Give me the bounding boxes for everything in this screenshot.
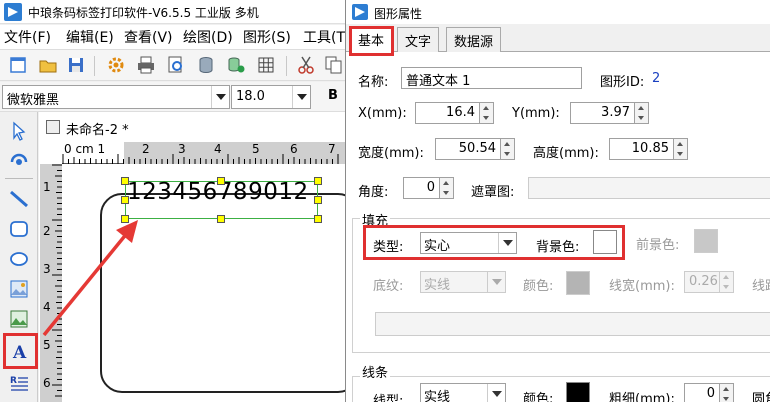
- line-color-swatch[interactable]: [566, 382, 590, 402]
- x-spinner[interactable]: [480, 102, 494, 124]
- chevron-down-icon[interactable]: [487, 272, 505, 292]
- angle-label: 角度:: [358, 185, 389, 200]
- width-spinner[interactable]: [501, 138, 515, 160]
- height-spinner[interactable]: [674, 138, 688, 160]
- pattern-value: 实线: [424, 278, 451, 293]
- tab-datasource[interactable]: 数据源: [446, 27, 502, 52]
- height-label: 高度(mm):: [533, 146, 599, 161]
- shape-id-value: 2: [652, 71, 661, 86]
- tab-text[interactable]: 文字: [397, 27, 440, 52]
- name-input[interactable]: 普通文本 1: [401, 67, 582, 89]
- mask-image-input[interactable]: [528, 177, 770, 199]
- height-input[interactable]: 10.85: [609, 138, 674, 160]
- annotation-arrow-icon: [42, 220, 138, 337]
- foreground-color-swatch[interactable]: [694, 229, 718, 253]
- line-width-input[interactable]: 0.26: [684, 271, 720, 293]
- line-color-label: 颜色:: [523, 392, 554, 402]
- name-label: 名称:: [358, 75, 389, 90]
- y-input[interactable]: 3.97: [570, 102, 635, 124]
- corner-radius-label: 圆角: [752, 392, 770, 402]
- y-spinner[interactable]: [635, 102, 649, 124]
- line-width-spinner[interactable]: [720, 271, 734, 293]
- angle-spinner[interactable]: [440, 177, 454, 199]
- dialog-title-bar: 图形属性: [346, 0, 770, 24]
- angle-input[interactable]: 0: [403, 177, 440, 199]
- dialog-logo-icon: [352, 4, 368, 20]
- shape-id-label: 图形ID:: [600, 75, 645, 90]
- chevron-down-icon[interactable]: [487, 384, 505, 402]
- line-type-label: 线型:: [373, 394, 404, 402]
- line-spacing-label: 线距: [752, 279, 770, 294]
- highlight-fill-settings: [363, 225, 625, 260]
- foreground-color-label: 前景色:: [636, 238, 680, 253]
- thickness-spinner[interactable]: [720, 383, 734, 402]
- width-input[interactable]: 50.54: [435, 138, 501, 160]
- mask-image-label: 遮罩图:: [471, 185, 515, 200]
- line-width-label: 线宽(mm):: [609, 279, 675, 294]
- thickness-input[interactable]: 0: [684, 383, 720, 402]
- fill-image-input[interactable]: [375, 312, 770, 336]
- pattern-color-label: 颜色:: [523, 279, 554, 294]
- pattern-color-swatch[interactable]: [566, 271, 590, 295]
- highlight-basic-tab: [349, 26, 394, 56]
- line-type-value: 实线: [424, 390, 451, 402]
- line-group-label: 线条: [360, 362, 391, 381]
- line-type-select[interactable]: 实线: [420, 383, 506, 402]
- pattern-label: 底纹:: [373, 279, 404, 294]
- x-label: X(mm):: [358, 106, 407, 121]
- shape-properties-dialog: 图形属性 基本 文字 数据源 名称: 普通文本 1 图形ID: 2 X(mm):…: [345, 0, 770, 402]
- dialog-title: 图形属性: [374, 7, 423, 21]
- dialog-tabs: 基本 文字 数据源: [346, 25, 770, 52]
- thickness-label: 粗细(mm):: [609, 392, 675, 402]
- pattern-select[interactable]: 实线: [420, 271, 506, 293]
- x-input[interactable]: 16.4: [415, 102, 480, 124]
- width-label: 宽度(mm):: [358, 146, 424, 161]
- y-label: Y(mm):: [512, 106, 560, 121]
